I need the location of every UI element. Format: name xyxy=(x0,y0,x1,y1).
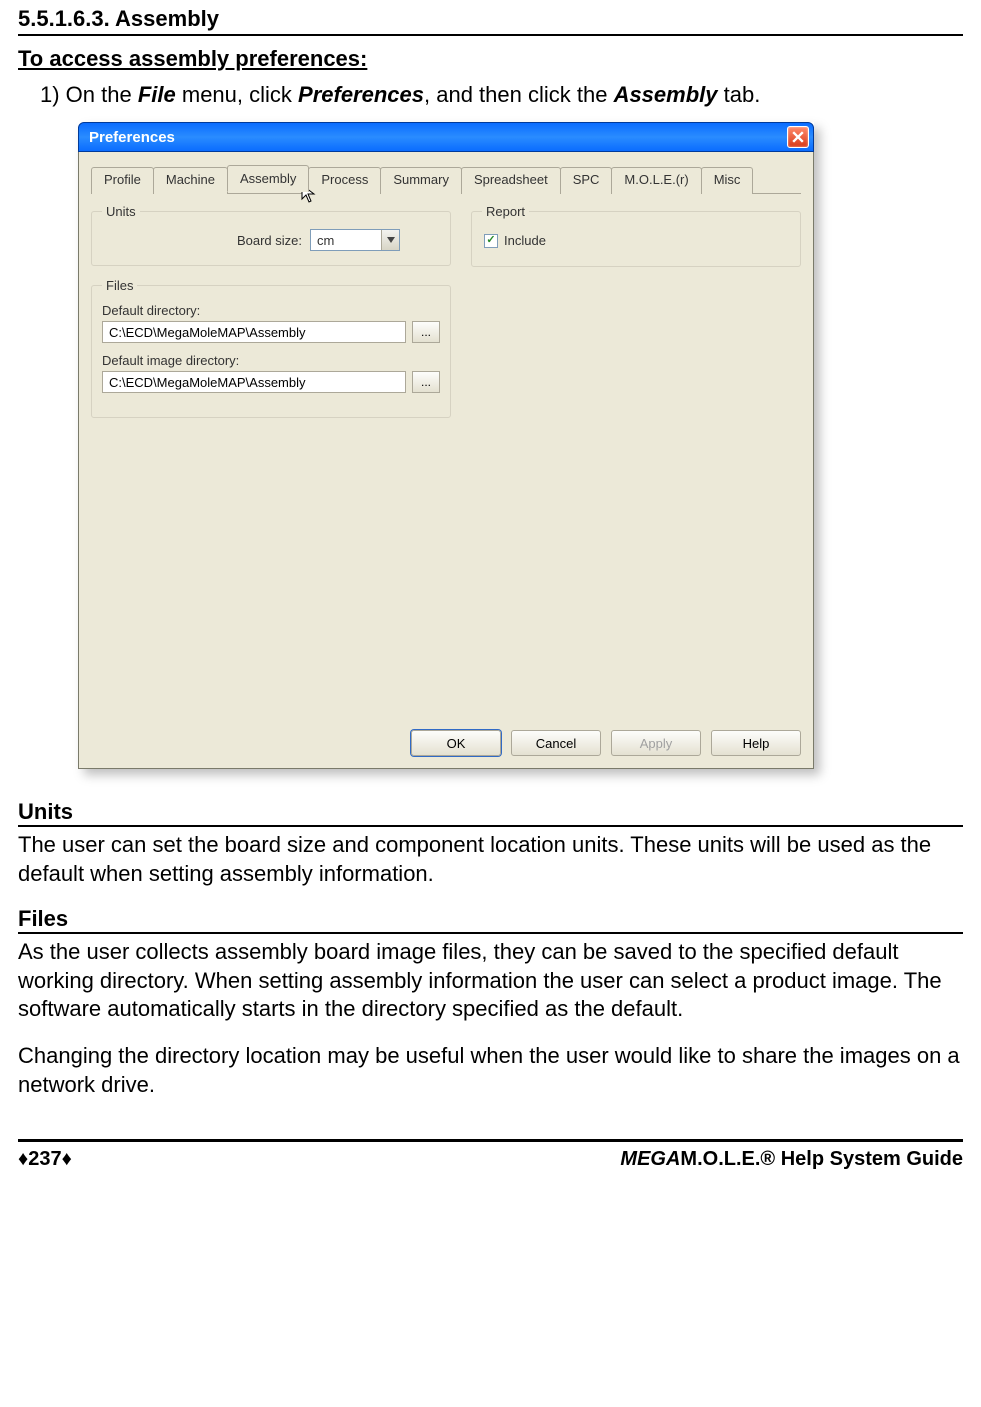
guide-rest: M.O.L.E.® Help System Guide xyxy=(680,1148,963,1170)
apply-button: Apply xyxy=(611,730,701,756)
step1-file: File xyxy=(138,82,176,107)
include-label: Include xyxy=(504,233,546,248)
tab-spc[interactable]: SPC xyxy=(560,167,613,194)
files-paragraph-2: Changing the directory location may be u… xyxy=(18,1042,963,1099)
combo-dropdown-button[interactable] xyxy=(381,230,399,250)
default-directory-input[interactable] xyxy=(102,321,406,343)
files-heading: Files xyxy=(18,906,963,934)
preferences-dialog: Preferences Profile Machine Assembly Pro… xyxy=(78,122,814,769)
dialog-button-row: OK Cancel Apply Help xyxy=(91,730,801,756)
guide-mega: MEGA xyxy=(620,1148,680,1170)
tab-process[interactable]: Process xyxy=(308,167,381,194)
close-button[interactable] xyxy=(787,126,809,148)
dialog-title: Preferences xyxy=(89,129,787,146)
guide-title: MEGAM.O.L.E.® Help System Guide xyxy=(620,1148,963,1171)
dialog-body: Profile Machine Assembly Process Summary… xyxy=(78,152,814,769)
files-legend: Files xyxy=(102,278,137,293)
units-group: Units Board size: cm xyxy=(91,204,451,266)
chevron-down-icon xyxy=(387,237,395,243)
units-paragraph: The user can set the board size and comp… xyxy=(18,831,963,888)
tab-assembly[interactable]: Assembly xyxy=(227,165,309,192)
board-size-value: cm xyxy=(311,233,381,248)
section-number: 5.5.1.6.3. Assembly xyxy=(18,6,963,36)
board-size-label: Board size: xyxy=(102,233,302,248)
files-paragraph-1: As the user collects assembly board imag… xyxy=(18,938,963,1024)
tab-spreadsheet[interactable]: Spreadsheet xyxy=(461,167,561,194)
close-icon xyxy=(792,131,804,143)
report-legend: Report xyxy=(482,204,529,219)
step1-assembly: Assembly xyxy=(614,82,718,107)
report-group: Report Include xyxy=(471,204,801,267)
tab-profile[interactable]: Profile xyxy=(91,167,154,194)
titlebar[interactable]: Preferences xyxy=(78,122,814,152)
step1-text-d: tab. xyxy=(718,82,761,107)
units-legend: Units xyxy=(102,204,140,219)
include-checkbox[interactable] xyxy=(484,234,498,248)
step-1: 1) On the File menu, click Preferences, … xyxy=(40,82,963,108)
files-group: Files Default directory: ... Default ima… xyxy=(91,278,451,418)
page-footer: ♦237♦ MEGAM.O.L.E.® Help System Guide xyxy=(18,1139,963,1183)
tab-mole[interactable]: M.O.L.E.(r) xyxy=(611,167,701,194)
step1-text-a: 1) On the xyxy=(40,82,138,107)
browse-image-dir-button[interactable]: ... xyxy=(412,371,440,393)
step1-text-b: menu, click xyxy=(176,82,298,107)
help-button[interactable]: Help xyxy=(711,730,801,756)
tab-misc[interactable]: Misc xyxy=(701,167,754,194)
board-size-combo[interactable]: cm xyxy=(310,229,400,251)
default-image-directory-input[interactable] xyxy=(102,371,406,393)
units-heading: Units xyxy=(18,799,963,827)
step1-preferences: Preferences xyxy=(298,82,424,107)
step1-text-c: , and then click the xyxy=(424,82,614,107)
default-image-directory-label: Default image directory: xyxy=(102,353,440,368)
browse-default-dir-button[interactable]: ... xyxy=(412,321,440,343)
access-heading: To access assembly preferences: xyxy=(18,46,963,72)
tab-summary[interactable]: Summary xyxy=(380,167,462,194)
page-number: ♦237♦ xyxy=(18,1148,72,1171)
tabs-row: Profile Machine Assembly Process Summary… xyxy=(91,166,801,194)
tab-machine[interactable]: Machine xyxy=(153,167,228,194)
default-directory-label: Default directory: xyxy=(102,303,440,318)
cancel-button[interactable]: Cancel xyxy=(511,730,601,756)
ok-button[interactable]: OK xyxy=(411,730,501,756)
